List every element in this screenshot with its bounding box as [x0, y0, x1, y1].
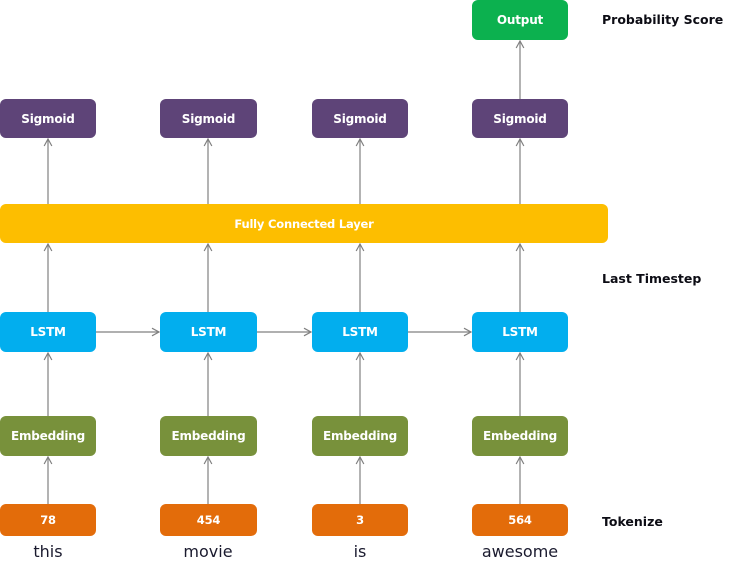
tokenize-label: Tokenize: [602, 514, 663, 529]
lstm-to-fc-arrow: [203, 242, 213, 312]
input-word: awesome: [481, 542, 559, 561]
input-word: this: [33, 542, 63, 561]
fully-connected-layer: Fully Connected Layer: [0, 204, 608, 243]
input-word: movie: [183, 542, 233, 561]
lstm-to-fc-arrow: [355, 242, 365, 312]
lstm-recurrent-arrow: [96, 327, 161, 337]
embedding-to-lstm-arrow: [515, 351, 525, 416]
embedding-node: Embedding: [0, 416, 96, 456]
lstm-recurrent-arrow: [257, 327, 313, 337]
token-to-embedding-arrow: [515, 455, 525, 504]
lstm-node: LSTM: [160, 312, 257, 352]
token-to-embedding-arrow: [355, 455, 365, 504]
embedding-node: Embedding: [312, 416, 408, 456]
fc-to-sigmoid-arrow: [515, 137, 525, 204]
fc-to-sigmoid-arrow: [43, 137, 53, 204]
last-timestep-label: Last Timestep: [602, 271, 702, 286]
fc-to-sigmoid-arrow: [355, 137, 365, 204]
embedding-node: Embedding: [472, 416, 568, 456]
sigmoid-to-output-arrow: [515, 39, 525, 99]
sigmoid-node: Sigmoid: [0, 99, 96, 138]
token-to-embedding-arrow: [203, 455, 213, 504]
lstm-to-fc-arrow: [43, 242, 53, 312]
lstm-node: LSTM: [0, 312, 96, 352]
token-to-embedding-arrow: [43, 455, 53, 504]
probability-score-label: Probability Score: [602, 12, 724, 27]
lstm-node: LSTM: [472, 312, 568, 352]
fc-to-sigmoid-arrow: [203, 137, 213, 204]
lstm-to-fc-arrow: [515, 242, 525, 312]
sigmoid-node: Sigmoid: [160, 99, 257, 138]
embedding-to-lstm-arrow: [203, 351, 213, 416]
connection-arrows: [43, 39, 525, 504]
sigmoid-node: Sigmoid: [312, 99, 408, 138]
token-node: 78: [0, 504, 96, 536]
sigmoid-node: Sigmoid: [472, 99, 568, 138]
token-node: 564: [472, 504, 568, 536]
token-node: 454: [160, 504, 257, 536]
embedding-to-lstm-arrow: [355, 351, 365, 416]
input-word: is: [353, 542, 367, 561]
lstm-node: LSTM: [312, 312, 408, 352]
token-node: 3: [312, 504, 408, 536]
embedding-to-lstm-arrow: [43, 351, 53, 416]
lstm-recurrent-arrow: [408, 327, 473, 337]
output-node: Output: [472, 0, 568, 40]
embedding-node: Embedding: [160, 416, 257, 456]
